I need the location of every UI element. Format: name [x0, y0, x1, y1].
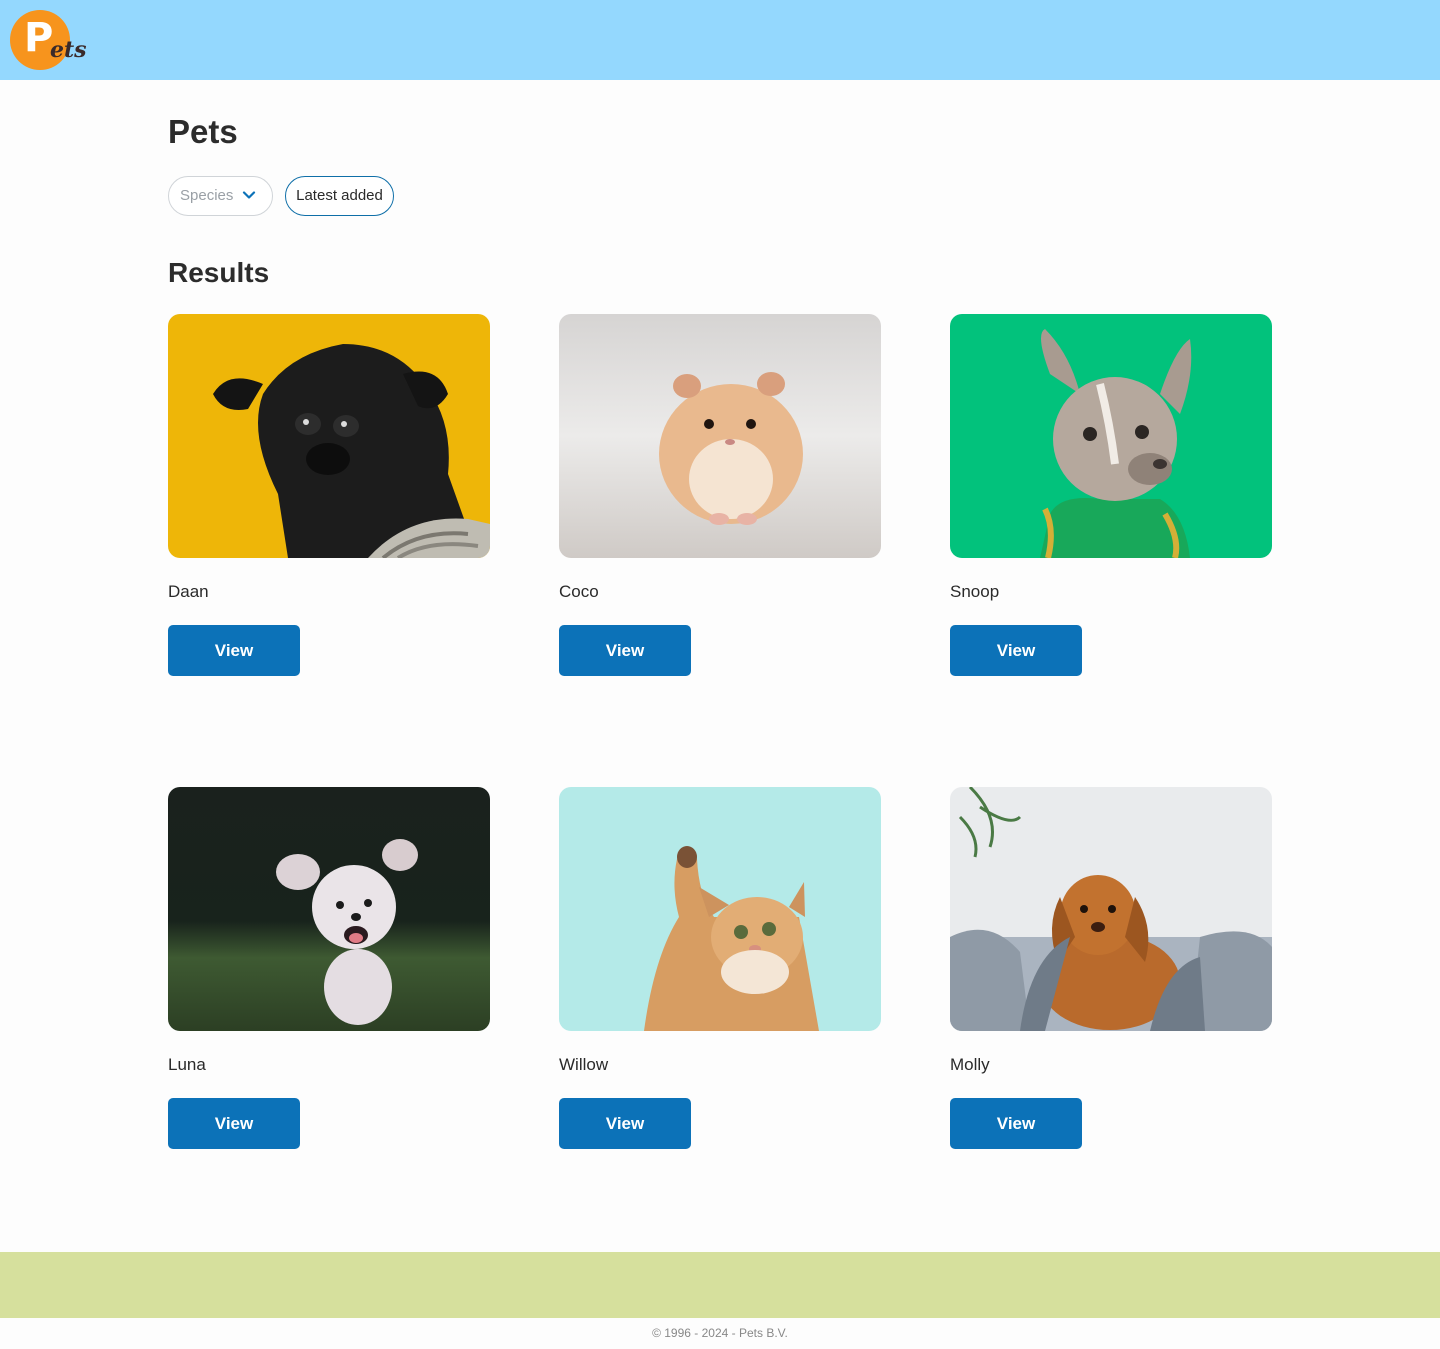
pet-card: Luna View	[168, 787, 490, 1151]
pet-name: Snoop	[950, 582, 1000, 601]
pet-card: Daan View	[168, 314, 490, 678]
pet-card: Snoop View	[950, 314, 1272, 678]
top-header: P ets	[0, 0, 1440, 80]
pet-card: Willow View	[559, 787, 881, 1151]
pug-image	[168, 314, 490, 558]
species-placeholder: Species	[180, 187, 234, 204]
view-button[interactable]: View	[950, 1098, 1082, 1149]
pet-photo[interactable]	[168, 314, 490, 558]
chevron-down-icon	[242, 191, 256, 199]
hamster-image	[559, 314, 881, 558]
sort-latest-added-button[interactable]: Latest added	[285, 176, 394, 216]
french-bulldog-image	[950, 314, 1272, 558]
view-button[interactable]: View	[950, 625, 1082, 676]
pet-name: Coco	[559, 582, 599, 601]
view-button[interactable]: View	[168, 1098, 300, 1149]
pet-photo[interactable]	[950, 787, 1272, 1031]
kitten-image	[559, 787, 881, 1031]
logo-suffix: ets	[50, 37, 87, 63]
view-button[interactable]: View	[559, 1098, 691, 1149]
page-title: Pets	[168, 113, 238, 150]
pet-photo[interactable]	[559, 314, 881, 558]
dog-blanket-image	[950, 787, 1272, 1031]
view-button[interactable]: View	[559, 625, 691, 676]
view-button[interactable]: View	[168, 625, 300, 676]
pet-photo[interactable]	[559, 787, 881, 1031]
pet-card: Coco View	[559, 314, 881, 678]
footer-band	[0, 1252, 1440, 1318]
pet-photo[interactable]	[950, 314, 1272, 558]
species-dropdown[interactable]: Species	[168, 176, 273, 216]
logo-initial: P	[24, 15, 54, 61]
pet-name: Willow	[559, 1055, 609, 1074]
pet-name: Molly	[950, 1055, 990, 1074]
copyright-text: © 1996 - 2024 - Pets B.V.	[652, 1326, 788, 1340]
pet-card: Molly View	[950, 787, 1272, 1151]
results-heading: Results	[168, 257, 270, 288]
pets-logo[interactable]: P ets	[10, 10, 87, 70]
pet-name: Daan	[168, 582, 209, 601]
poodle-image	[168, 787, 490, 1031]
pet-photo[interactable]	[168, 787, 490, 1031]
pet-name: Luna	[168, 1055, 206, 1074]
